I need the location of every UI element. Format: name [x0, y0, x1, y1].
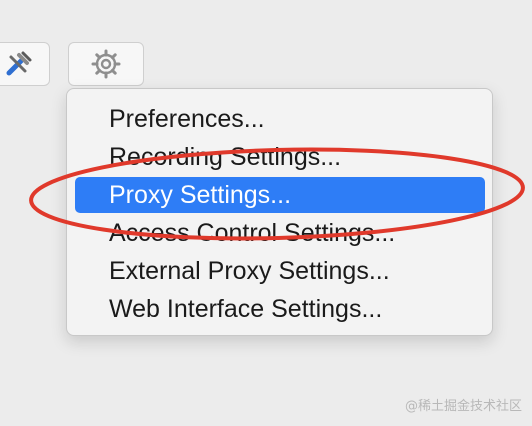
toolbar — [0, 0, 532, 100]
settings-dropdown-menu: Preferences... Recording Settings... Pro… — [66, 88, 493, 336]
menu-item-web-interface-settings[interactable]: Web Interface Settings... — [75, 291, 485, 327]
settings-button[interactable] — [68, 42, 144, 86]
menu-item-external-proxy-settings[interactable]: External Proxy Settings... — [75, 253, 485, 289]
menu-item-proxy-settings[interactable]: Proxy Settings... — [75, 177, 485, 213]
tools-button[interactable] — [0, 42, 50, 86]
menu-item-access-control-settings[interactable]: Access Control Settings... — [75, 215, 485, 251]
menu-item-recording-settings[interactable]: Recording Settings... — [75, 139, 485, 175]
menu-item-preferences[interactable]: Preferences... — [75, 101, 485, 137]
watermark: @稀土掘金技术社区 — [404, 399, 522, 414]
gear-icon — [91, 49, 121, 79]
tools-icon — [6, 51, 32, 76]
